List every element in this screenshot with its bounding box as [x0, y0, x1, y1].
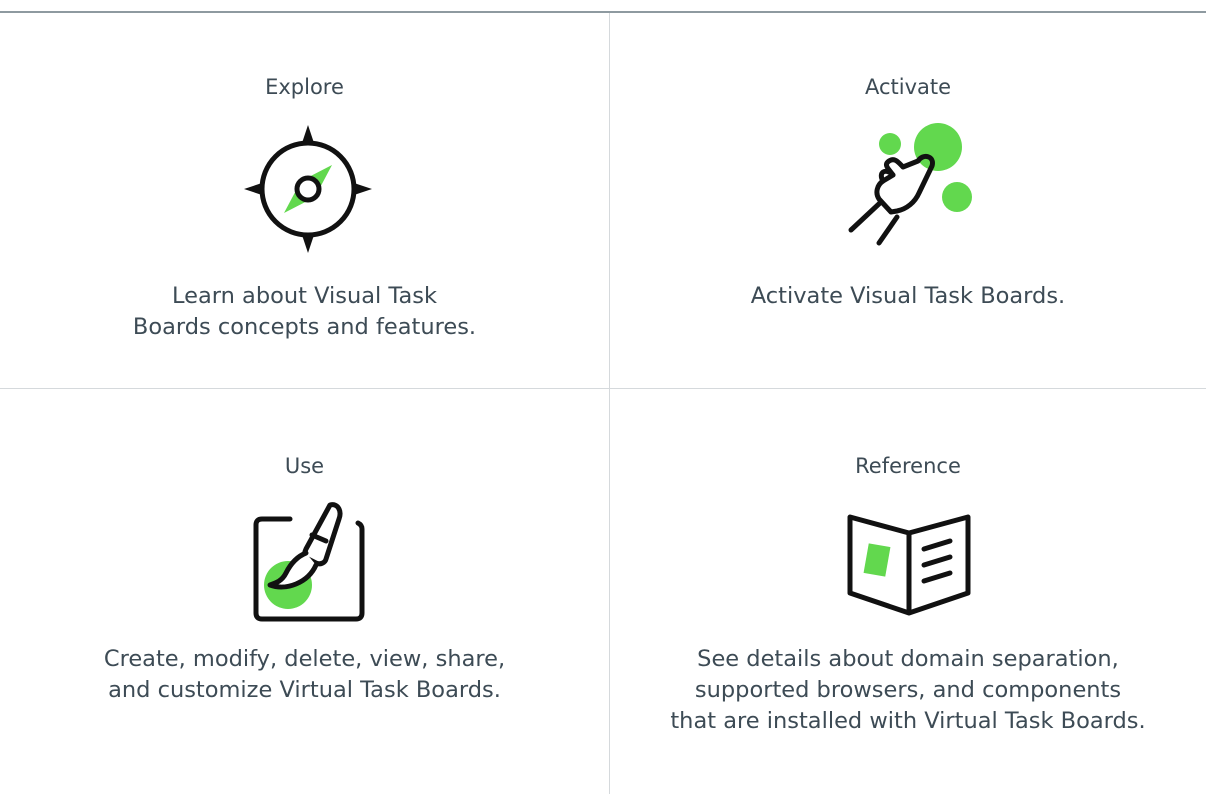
- description-line: Boards concepts and features.: [132, 314, 477, 340]
- description-line: Learn about Visual Task: [172, 283, 437, 309]
- description-line: Create, modify, delete, view, share,: [103, 646, 506, 672]
- card-title: Reference: [855, 454, 961, 478]
- explore-card[interactable]: Explore Learn about Visual Task Boards c…: [0, 13, 609, 388]
- card-description: Learn about Visual Task Boards concepts …: [0, 281, 609, 343]
- description-line: and customize Virtual Task Boards.: [108, 677, 501, 703]
- use-card[interactable]: Use Create, modify, delete, view, share,…: [0, 389, 609, 794]
- description-line: See details about domain separation,: [697, 646, 1119, 672]
- reference-card[interactable]: Reference See details about domain separ…: [610, 389, 1206, 794]
- card-description: Activate Visual Task Boards.: [610, 281, 1206, 312]
- card-title: Explore: [265, 75, 344, 99]
- description-line: that are installed with Virtual Task Boa…: [670, 708, 1146, 734]
- card-description: See details about domain separation, sup…: [610, 644, 1206, 737]
- paintbrush-icon: [253, 502, 365, 622]
- open-book-icon: [847, 514, 971, 616]
- compass-icon: [244, 125, 372, 253]
- card-grid: Explore Learn about Visual Task Boards c…: [0, 13, 1206, 794]
- card-description: Create, modify, delete, view, share, and…: [0, 644, 609, 706]
- activate-card[interactable]: Activate Activate Visual Task Boards.: [610, 13, 1206, 388]
- hand-tap-icon: [848, 123, 972, 246]
- card-title: Use: [284, 454, 325, 478]
- description-line: supported browsers, and components: [694, 677, 1122, 703]
- card-title: Activate: [864, 75, 952, 99]
- description-line: Activate Visual Task Boards.: [750, 283, 1066, 309]
